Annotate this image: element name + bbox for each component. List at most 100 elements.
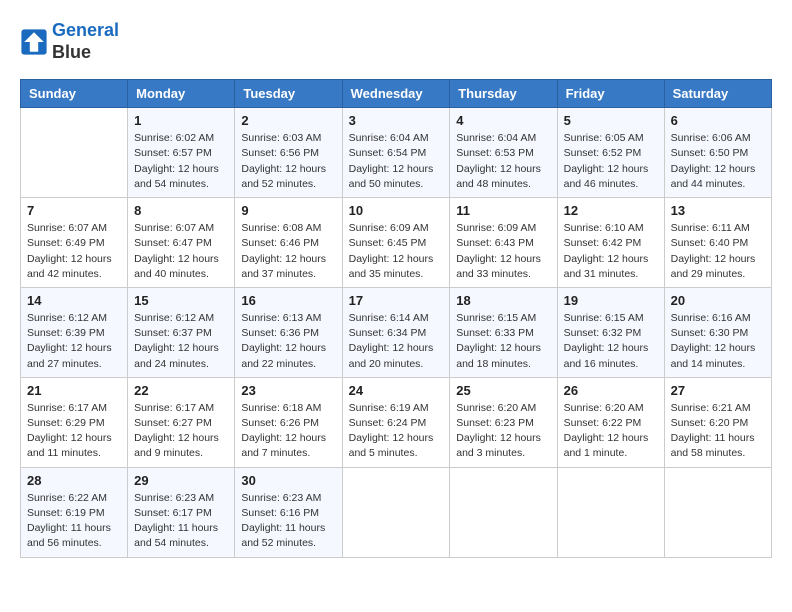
day-of-week-header: Thursday xyxy=(450,80,557,108)
calendar-cell xyxy=(450,467,557,557)
calendar-cell: 16 Sunrise: 6:13 AM Sunset: 6:36 PM Dayli… xyxy=(235,287,342,377)
day-of-week-header: Friday xyxy=(557,80,664,108)
day-number: 13 xyxy=(671,203,765,218)
calendar-cell: 11 Sunrise: 6:09 AM Sunset: 6:43 PM Dayli… xyxy=(450,198,557,288)
day-info: Sunrise: 6:09 AM Sunset: 6:45 PM Dayligh… xyxy=(349,221,444,282)
day-number: 11 xyxy=(456,203,550,218)
calendar-week-row: 14 Sunrise: 6:12 AM Sunset: 6:39 PM Dayli… xyxy=(21,287,772,377)
day-info: Sunrise: 6:07 AM Sunset: 6:49 PM Dayligh… xyxy=(27,221,121,282)
day-number: 23 xyxy=(241,383,335,398)
day-number: 20 xyxy=(671,293,765,308)
day-info: Sunrise: 6:12 AM Sunset: 6:37 PM Dayligh… xyxy=(134,311,228,372)
calendar-cell: 21 Sunrise: 6:17 AM Sunset: 6:29 PM Dayli… xyxy=(21,377,128,467)
logo-icon xyxy=(20,28,48,56)
day-of-week-header: Tuesday xyxy=(235,80,342,108)
calendar-cell: 3Sunrise: 6:04 AM Sunset: 6:54 PM Daylig… xyxy=(342,108,450,198)
calendar-cell: 17 Sunrise: 6:14 AM Sunset: 6:34 PM Dayli… xyxy=(342,287,450,377)
day-info: Sunrise: 6:12 AM Sunset: 6:39 PM Dayligh… xyxy=(27,311,121,372)
day-info: Sunrise: 6:15 AM Sunset: 6:32 PM Dayligh… xyxy=(564,311,658,372)
day-number: 19 xyxy=(564,293,658,308)
calendar-cell: 18 Sunrise: 6:15 AM Sunset: 6:33 PM Dayli… xyxy=(450,287,557,377)
day-info: Sunrise: 6:08 AM Sunset: 6:46 PM Dayligh… xyxy=(241,221,335,282)
day-info: Sunrise: 6:04 AM Sunset: 6:53 PM Dayligh… xyxy=(456,131,550,192)
day-number: 6 xyxy=(671,113,765,128)
day-info: Sunrise: 6:23 AM Sunset: 6:17 PM Dayligh… xyxy=(134,491,228,552)
calendar-cell: 27 Sunrise: 6:21 AM Sunset: 6:20 PM Dayli… xyxy=(664,377,771,467)
day-info: Sunrise: 6:15 AM Sunset: 6:33 PM Dayligh… xyxy=(456,311,550,372)
calendar-week-row: 21 Sunrise: 6:17 AM Sunset: 6:29 PM Dayli… xyxy=(21,377,772,467)
day-of-week-header: Saturday xyxy=(664,80,771,108)
calendar-cell: 24Sunrise: 6:19 AM Sunset: 6:24 PM Dayli… xyxy=(342,377,450,467)
day-info: Sunrise: 6:07 AM Sunset: 6:47 PM Dayligh… xyxy=(134,221,228,282)
calendar-cell xyxy=(21,108,128,198)
day-info: Sunrise: 6:05 AM Sunset: 6:52 PM Dayligh… xyxy=(564,131,658,192)
day-number: 4 xyxy=(456,113,550,128)
day-number: 2 xyxy=(241,113,335,128)
day-info: Sunrise: 6:20 AM Sunset: 6:22 PM Dayligh… xyxy=(564,401,658,462)
day-number: 1 xyxy=(134,113,228,128)
day-info: Sunrise: 6:17 AM Sunset: 6:29 PM Dayligh… xyxy=(27,401,121,462)
day-number: 17 xyxy=(349,293,444,308)
calendar-cell: 10 Sunrise: 6:09 AM Sunset: 6:45 PM Dayli… xyxy=(342,198,450,288)
calendar-cell: 19 Sunrise: 6:15 AM Sunset: 6:32 PM Dayli… xyxy=(557,287,664,377)
day-info: Sunrise: 6:22 AM Sunset: 6:19 PM Dayligh… xyxy=(27,491,121,552)
day-info: Sunrise: 6:10 AM Sunset: 6:42 PM Dayligh… xyxy=(564,221,658,282)
day-info: Sunrise: 6:18 AM Sunset: 6:26 PM Dayligh… xyxy=(241,401,335,462)
calendar-cell: 7 Sunrise: 6:07 AM Sunset: 6:49 PM Daylig… xyxy=(21,198,128,288)
day-number: 7 xyxy=(27,203,121,218)
calendar-cell: 23 Sunrise: 6:18 AM Sunset: 6:26 PM Dayli… xyxy=(235,377,342,467)
day-number: 27 xyxy=(671,383,765,398)
day-info: Sunrise: 6:20 AM Sunset: 6:23 PM Dayligh… xyxy=(456,401,550,462)
logo: General Blue xyxy=(20,20,119,63)
day-number: 3 xyxy=(349,113,444,128)
calendar-cell: 9 Sunrise: 6:08 AM Sunset: 6:46 PM Daylig… xyxy=(235,198,342,288)
calendar-cell: 25Sunrise: 6:20 AM Sunset: 6:23 PM Dayli… xyxy=(450,377,557,467)
day-number: 29 xyxy=(134,473,228,488)
day-of-week-header: Sunday xyxy=(21,80,128,108)
day-number: 8 xyxy=(134,203,228,218)
day-of-week-header: Monday xyxy=(128,80,235,108)
day-info: Sunrise: 6:03 AM Sunset: 6:56 PM Dayligh… xyxy=(241,131,335,192)
calendar-cell: 2 Sunrise: 6:03 AM Sunset: 6:56 PM Daylig… xyxy=(235,108,342,198)
calendar-cell xyxy=(664,467,771,557)
day-info: Sunrise: 6:09 AM Sunset: 6:43 PM Dayligh… xyxy=(456,221,550,282)
calendar-week-row: 1 Sunrise: 6:02 AM Sunset: 6:57 PM Daylig… xyxy=(21,108,772,198)
day-info: Sunrise: 6:11 AM Sunset: 6:40 PM Dayligh… xyxy=(671,221,765,282)
calendar-cell: 5Sunrise: 6:05 AM Sunset: 6:52 PM Daylig… xyxy=(557,108,664,198)
day-number: 15 xyxy=(134,293,228,308)
calendar-cell: 13 Sunrise: 6:11 AM Sunset: 6:40 PM Dayli… xyxy=(664,198,771,288)
logo-text: General Blue xyxy=(52,20,119,63)
day-number: 26 xyxy=(564,383,658,398)
day-number: 10 xyxy=(349,203,444,218)
calendar-table: SundayMondayTuesdayWednesdayThursdayFrid… xyxy=(20,79,772,557)
day-number: 14 xyxy=(27,293,121,308)
calendar-body: 1 Sunrise: 6:02 AM Sunset: 6:57 PM Daylig… xyxy=(21,108,772,557)
calendar-cell: 30Sunrise: 6:23 AM Sunset: 6:16 PM Dayli… xyxy=(235,467,342,557)
calendar-cell xyxy=(342,467,450,557)
day-number: 21 xyxy=(27,383,121,398)
day-number: 28 xyxy=(27,473,121,488)
day-info: Sunrise: 6:14 AM Sunset: 6:34 PM Dayligh… xyxy=(349,311,444,372)
day-info: Sunrise: 6:17 AM Sunset: 6:27 PM Dayligh… xyxy=(134,401,228,462)
day-info: Sunrise: 6:13 AM Sunset: 6:36 PM Dayligh… xyxy=(241,311,335,372)
day-number: 9 xyxy=(241,203,335,218)
calendar-cell: 22Sunrise: 6:17 AM Sunset: 6:27 PM Dayli… xyxy=(128,377,235,467)
day-number: 18 xyxy=(456,293,550,308)
calendar-header: SundayMondayTuesdayWednesdayThursdayFrid… xyxy=(21,80,772,108)
day-info: Sunrise: 6:16 AM Sunset: 6:30 PM Dayligh… xyxy=(671,311,765,372)
calendar-cell: 15 Sunrise: 6:12 AM Sunset: 6:37 PM Dayli… xyxy=(128,287,235,377)
calendar-week-row: 28 Sunrise: 6:22 AM Sunset: 6:19 PM Dayli… xyxy=(21,467,772,557)
day-info: Sunrise: 6:19 AM Sunset: 6:24 PM Dayligh… xyxy=(349,401,444,462)
day-info: Sunrise: 6:02 AM Sunset: 6:57 PM Dayligh… xyxy=(134,131,228,192)
calendar-cell: 26 Sunrise: 6:20 AM Sunset: 6:22 PM Dayli… xyxy=(557,377,664,467)
day-info: Sunrise: 6:23 AM Sunset: 6:16 PM Dayligh… xyxy=(241,491,335,552)
calendar-cell: 14 Sunrise: 6:12 AM Sunset: 6:39 PM Dayli… xyxy=(21,287,128,377)
day-info: Sunrise: 6:06 AM Sunset: 6:50 PM Dayligh… xyxy=(671,131,765,192)
calendar-cell: 28 Sunrise: 6:22 AM Sunset: 6:19 PM Dayli… xyxy=(21,467,128,557)
calendar-cell: 4 Sunrise: 6:04 AM Sunset: 6:53 PM Daylig… xyxy=(450,108,557,198)
calendar-cell: 8 Sunrise: 6:07 AM Sunset: 6:47 PM Daylig… xyxy=(128,198,235,288)
day-number: 16 xyxy=(241,293,335,308)
day-info: Sunrise: 6:21 AM Sunset: 6:20 PM Dayligh… xyxy=(671,401,765,462)
calendar-week-row: 7 Sunrise: 6:07 AM Sunset: 6:49 PM Daylig… xyxy=(21,198,772,288)
page-header: General Blue xyxy=(20,20,772,63)
